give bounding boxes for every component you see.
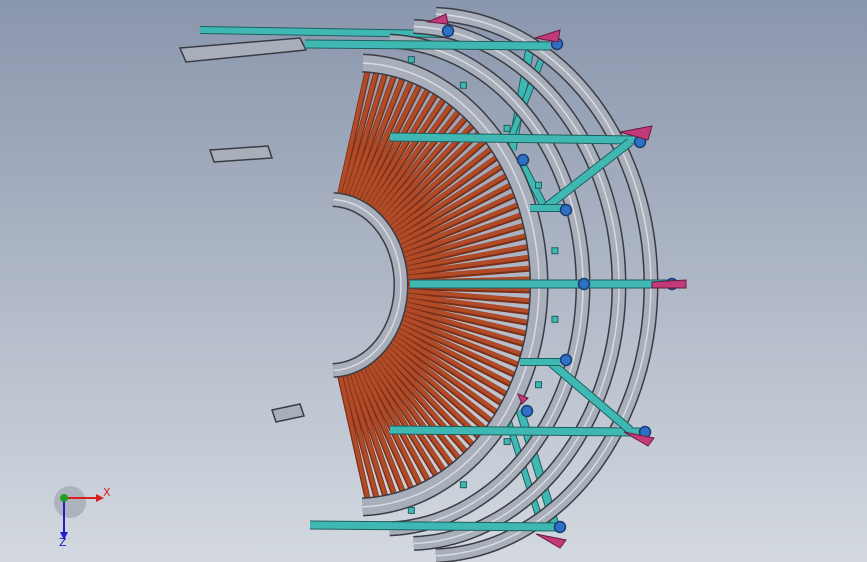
rail-bracket <box>459 81 467 89</box>
rail-bracket <box>551 247 559 255</box>
cross-beam-upper <box>389 133 641 144</box>
cross-beam-lower <box>389 426 641 436</box>
caster-wheel <box>577 277 591 291</box>
y-axis-dot <box>60 494 68 502</box>
rail-bracket <box>503 124 511 132</box>
rail-bracket <box>407 506 415 514</box>
axis-triad: X Z <box>54 486 111 548</box>
x-axis-label: X <box>103 486 111 499</box>
z-axis-label: Z <box>59 536 67 548</box>
leveling-foot <box>651 279 687 289</box>
triad-origin-shadow <box>54 486 86 518</box>
cross-beam-bottom <box>309 521 561 531</box>
3d-viewport[interactable]: X Z <box>0 0 867 562</box>
caster-wheel <box>559 353 573 367</box>
rail-bracket <box>534 181 542 189</box>
caster-wheel <box>559 203 573 217</box>
caster-wheel <box>441 24 455 38</box>
caster-wheel <box>516 153 530 167</box>
rail-bracket <box>459 481 467 489</box>
cross-beam-top-back <box>199 27 446 37</box>
rail-bracket <box>551 315 559 323</box>
cross-beam-top <box>304 40 551 50</box>
rail-bracket <box>534 381 542 389</box>
rail-bracket <box>407 56 415 64</box>
caster-wheel <box>520 404 534 418</box>
conveyor-model[interactable] <box>0 0 867 562</box>
rail-bracket <box>503 438 511 446</box>
caster-wheel <box>553 520 567 534</box>
